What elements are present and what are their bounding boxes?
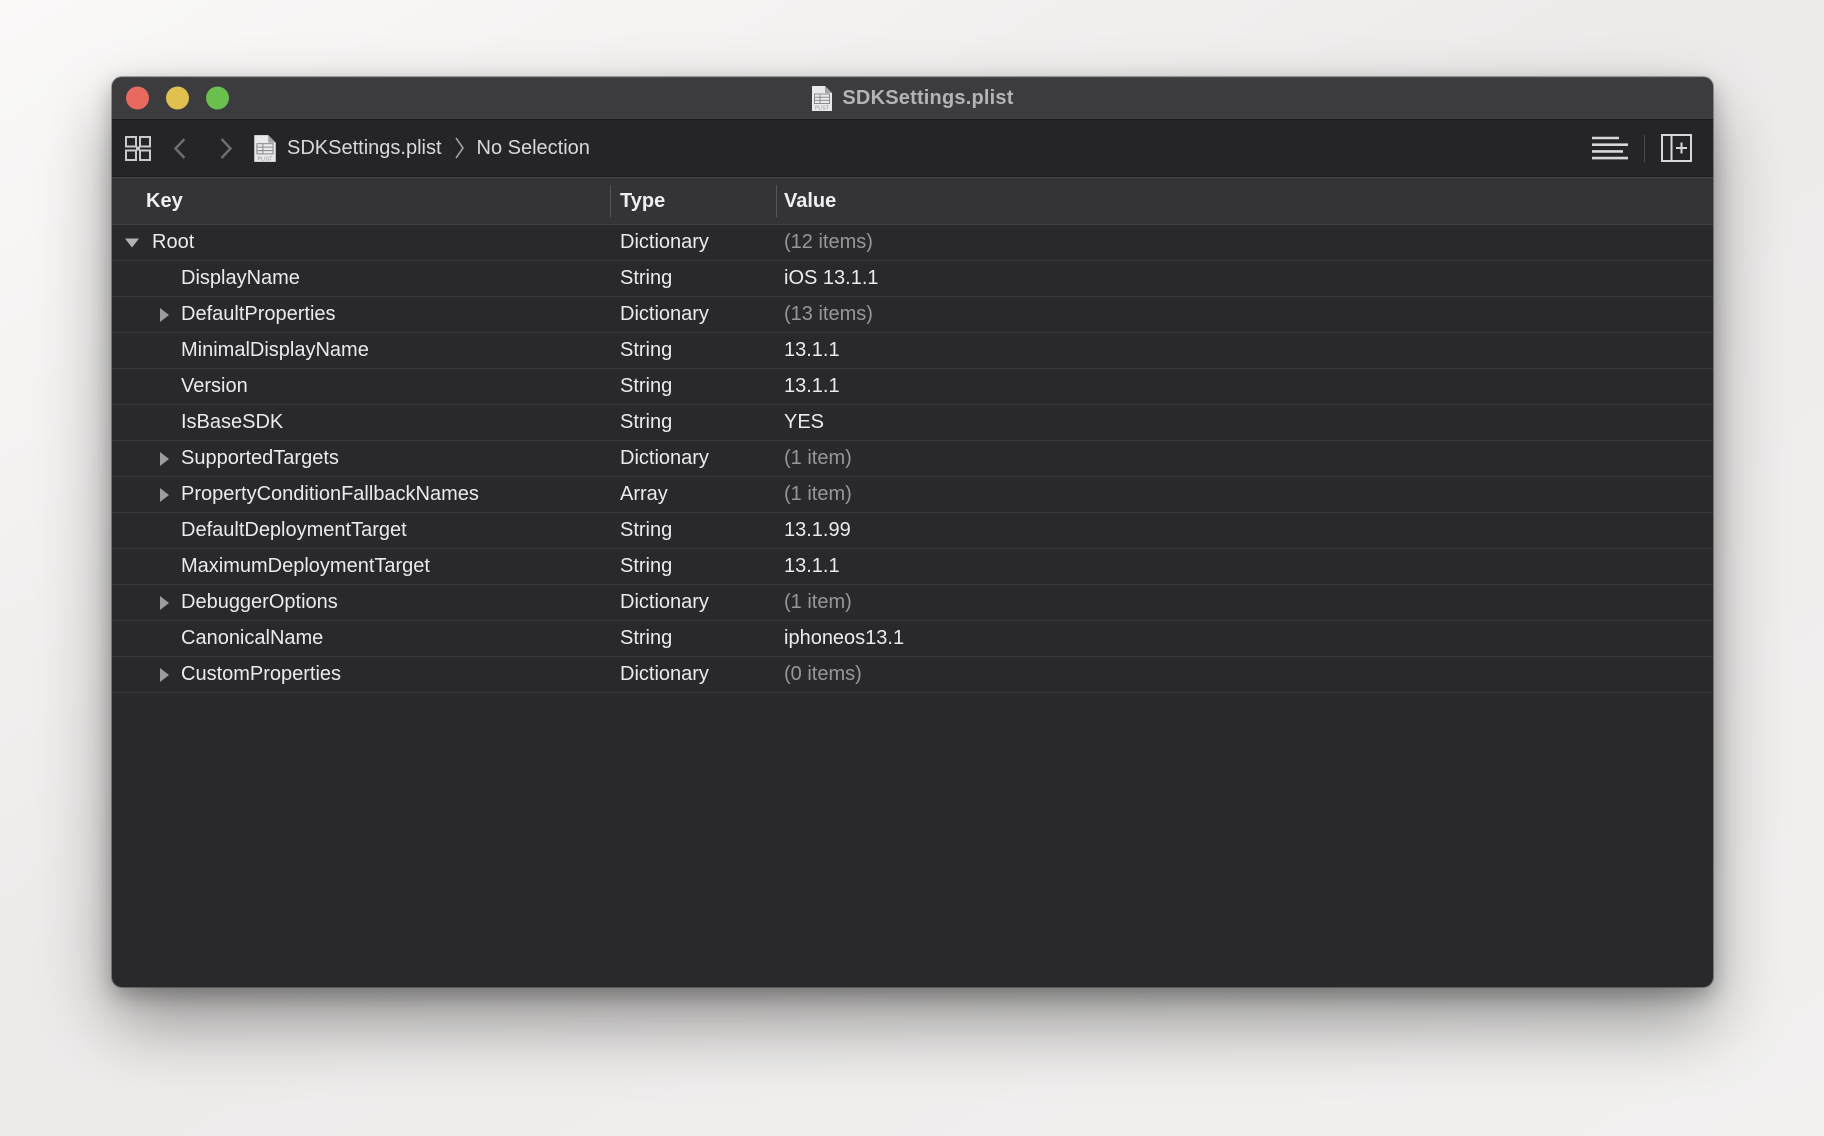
row-type: String bbox=[620, 369, 672, 403]
table-row[interactable]: SupportedTargets Dictionary (1 item) bbox=[112, 441, 1713, 477]
row-key: MinimalDisplayName bbox=[181, 333, 369, 367]
row-value: (1 item) bbox=[784, 477, 852, 511]
add-editor-icon[interactable] bbox=[1661, 134, 1692, 162]
table-row[interactable]: PropertyConditionFallbackNames Array (1 … bbox=[112, 477, 1713, 513]
table-row[interactable]: Root Dictionary (12 items) bbox=[112, 225, 1713, 261]
row-value: (12 items) bbox=[784, 225, 873, 259]
window-title: SDKSettings.plist bbox=[842, 87, 1013, 110]
table-row[interactable]: DefaultProperties Dictionary (13 items) bbox=[112, 297, 1713, 333]
row-type: String bbox=[620, 405, 672, 439]
close-button[interactable] bbox=[126, 87, 149, 110]
row-key: CanonicalName bbox=[181, 621, 323, 655]
row-key: DisplayName bbox=[181, 261, 300, 295]
traffic-lights bbox=[126, 87, 229, 110]
row-key: CustomProperties bbox=[181, 657, 341, 691]
row-type: String bbox=[620, 261, 672, 295]
row-key: PropertyConditionFallbackNames bbox=[181, 477, 479, 511]
breadcrumb-separator-icon bbox=[454, 136, 465, 160]
plist-editor-window: PLIST SDKSettings.plist bbox=[112, 77, 1713, 987]
row-key: DefaultProperties bbox=[181, 297, 336, 331]
column-divider[interactable] bbox=[610, 185, 611, 217]
row-type: Array bbox=[620, 477, 668, 511]
row-key: SupportedTargets bbox=[181, 441, 339, 475]
disclosure-triangle-icon[interactable] bbox=[125, 238, 139, 247]
column-header-value[interactable]: Value bbox=[784, 178, 836, 224]
table-row[interactable]: MaximumDeploymentTarget String 13.1.1 bbox=[112, 549, 1713, 585]
row-value: 13.1.1 bbox=[784, 333, 840, 367]
column-header-type[interactable]: Type bbox=[620, 178, 665, 224]
row-key: DebuggerOptions bbox=[181, 585, 338, 619]
row-key: IsBaseSDK bbox=[181, 405, 283, 439]
table-row[interactable]: Version String 13.1.1 bbox=[112, 369, 1713, 405]
breadcrumb-file[interactable]: SDKSettings.plist bbox=[287, 137, 442, 160]
column-header-key[interactable]: Key bbox=[146, 178, 183, 224]
row-type: String bbox=[620, 621, 672, 655]
breadcrumb-selection[interactable]: No Selection bbox=[477, 137, 590, 160]
row-key: DefaultDeploymentTarget bbox=[181, 513, 407, 547]
row-value: (0 items) bbox=[784, 657, 862, 691]
row-value: (13 items) bbox=[784, 297, 873, 331]
row-type: Dictionary bbox=[620, 441, 709, 475]
editor-options-icon[interactable] bbox=[1592, 135, 1628, 162]
row-value: iphoneos13.1 bbox=[784, 621, 904, 655]
table-row[interactable]: CustomProperties Dictionary (0 items) bbox=[112, 657, 1713, 693]
table-row[interactable]: DebuggerOptions Dictionary (1 item) bbox=[112, 585, 1713, 621]
row-value: (1 item) bbox=[784, 585, 852, 619]
row-type: String bbox=[620, 513, 672, 547]
back-chevron-icon[interactable] bbox=[173, 137, 187, 160]
plist-table-body: Root Dictionary (12 items) DisplayName S… bbox=[112, 225, 1713, 693]
disclosure-triangle-icon[interactable] bbox=[160, 668, 169, 682]
table-row[interactable]: IsBaseSDK String YES bbox=[112, 405, 1713, 441]
row-value: YES bbox=[784, 405, 824, 439]
row-value: 13.1.1 bbox=[784, 369, 840, 403]
forward-chevron-icon[interactable] bbox=[219, 137, 233, 160]
row-value: 13.1.99 bbox=[784, 513, 851, 547]
row-type: Dictionary bbox=[620, 657, 709, 691]
row-key: Root bbox=[152, 225, 194, 259]
table-row[interactable]: CanonicalName String iphoneos13.1 bbox=[112, 621, 1713, 657]
row-key: MaximumDeploymentTarget bbox=[181, 549, 430, 583]
column-divider[interactable] bbox=[776, 185, 777, 217]
related-items-icon[interactable] bbox=[125, 136, 151, 161]
row-value: (1 item) bbox=[784, 441, 852, 475]
disclosure-triangle-icon[interactable] bbox=[160, 308, 169, 322]
table-row[interactable]: DisplayName String iOS 13.1.1 bbox=[112, 261, 1713, 297]
row-type: Dictionary bbox=[620, 225, 709, 259]
jump-bar: PLIST SDKSettings.plist No Selection bbox=[112, 120, 1713, 177]
row-type: String bbox=[620, 333, 672, 367]
toolbar-divider bbox=[1644, 135, 1645, 162]
row-type: Dictionary bbox=[620, 585, 709, 619]
disclosure-triangle-icon[interactable] bbox=[160, 596, 169, 610]
row-value: 13.1.1 bbox=[784, 549, 840, 583]
svg-text:PLIST: PLIST bbox=[258, 156, 274, 162]
row-type: Dictionary bbox=[620, 297, 709, 331]
row-key: Version bbox=[181, 369, 248, 403]
zoom-button[interactable] bbox=[206, 87, 229, 110]
table-header: Key Type Value bbox=[112, 177, 1713, 225]
plist-document-icon: PLIST bbox=[811, 85, 833, 112]
minimize-button[interactable] bbox=[166, 87, 189, 110]
table-row[interactable]: MinimalDisplayName String 13.1.1 bbox=[112, 333, 1713, 369]
svg-text:PLIST: PLIST bbox=[815, 105, 829, 111]
row-type: String bbox=[620, 549, 672, 583]
row-value: iOS 13.1.1 bbox=[784, 261, 879, 295]
titlebar[interactable]: PLIST SDKSettings.plist bbox=[112, 77, 1713, 120]
disclosure-triangle-icon[interactable] bbox=[160, 452, 169, 466]
window-title-group: PLIST SDKSettings.plist bbox=[811, 85, 1013, 112]
table-row[interactable]: DefaultDeploymentTarget String 13.1.99 bbox=[112, 513, 1713, 549]
breadcrumb-plist-icon: PLIST bbox=[253, 134, 277, 163]
disclosure-triangle-icon[interactable] bbox=[160, 488, 169, 502]
